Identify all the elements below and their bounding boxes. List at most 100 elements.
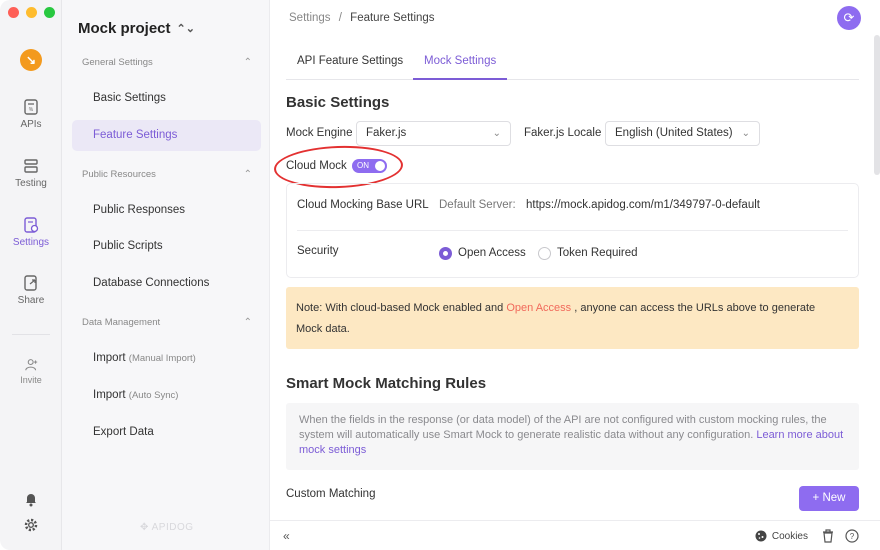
sidebar-item-label: Import bbox=[93, 389, 126, 401]
main-panel: Settings / Feature Settings ⟳ API Featur… bbox=[270, 0, 880, 550]
sidebar-item-label: Feature Settings bbox=[93, 129, 178, 141]
chevron-up-icon: ⌃ bbox=[243, 169, 252, 180]
faker-locale-select[interactable]: English (United States) ⌄ bbox=[605, 121, 760, 146]
open-access-label[interactable]: Open Access bbox=[458, 247, 526, 259]
rail-item-invite[interactable]: Invite bbox=[0, 358, 62, 386]
breadcrumb-separator: / bbox=[338, 12, 342, 24]
mock-base-url[interactable]: https://mock.apidog.com/m1/349797-0-defa… bbox=[526, 199, 760, 211]
sidebar-item-import-manual[interactable]: Import (Manual Import) bbox=[72, 343, 261, 374]
project-switcher[interactable]: Mock project ⌃⌄ bbox=[78, 20, 195, 37]
rail-item-label: Share bbox=[17, 295, 45, 306]
sidebar-item-export-data[interactable]: Export Data bbox=[72, 417, 261, 448]
note-highlight: Open Access bbox=[506, 302, 572, 314]
chevron-up-down-icon: ⌃⌄ bbox=[176, 23, 195, 35]
breadcrumb-root[interactable]: Settings bbox=[289, 12, 331, 24]
group-general-settings[interactable]: General Settings ⌃ bbox=[82, 57, 252, 68]
tab-label: Mock Settings bbox=[424, 55, 497, 67]
collapse-sidebar-icon[interactable]: « bbox=[283, 529, 290, 543]
custom-matching-label: Custom Matching bbox=[286, 488, 376, 500]
sidebar-item-sublabel: (Manual Import) bbox=[128, 353, 196, 364]
group-label: Data Management bbox=[82, 317, 161, 328]
breadcrumb: Settings / Feature Settings bbox=[289, 12, 435, 24]
rail-item-share[interactable]: Share bbox=[0, 275, 62, 306]
sidebar-item-import-auto-sync[interactable]: Import (Auto Sync) bbox=[72, 380, 261, 411]
sidebar-item-public-responses[interactable]: Public Responses bbox=[72, 195, 261, 226]
tab-mock-settings[interactable]: Mock Settings bbox=[413, 44, 508, 80]
invite-user-icon bbox=[24, 359, 37, 371]
settings-icon bbox=[24, 217, 39, 233]
mock-engine-value: Faker.js bbox=[366, 127, 407, 139]
smart-mock-title: Smart Mock Matching Rules bbox=[286, 375, 487, 392]
smart-mock-description: When the fields in the response (or data… bbox=[286, 403, 859, 470]
api-doc-icon: % bbox=[24, 99, 38, 115]
tab-api-feature-settings[interactable]: API Feature Settings bbox=[286, 44, 414, 80]
tab-label: API Feature Settings bbox=[297, 55, 404, 67]
mock-engine-select[interactable]: Faker.js ⌄ bbox=[356, 121, 511, 146]
rail-item-label: Testing bbox=[15, 178, 47, 189]
sidebar-item-basic-settings[interactable]: Basic Settings bbox=[72, 83, 261, 114]
faker-locale-value: English (United States) bbox=[615, 127, 733, 139]
trash-icon[interactable] bbox=[821, 529, 835, 543]
rail-item-testing[interactable]: Testing bbox=[0, 158, 62, 189]
window-controls bbox=[8, 7, 55, 18]
sidebar-item-label: Import bbox=[93, 352, 126, 364]
cookies-label: Cookies bbox=[771, 530, 808, 542]
sidebar-item-public-scripts[interactable]: Public Scripts bbox=[72, 231, 261, 262]
notification-bell-icon[interactable] bbox=[23, 491, 39, 507]
breadcrumb-current: Feature Settings bbox=[350, 12, 435, 24]
faker-locale-label: Faker.js Locale bbox=[524, 127, 602, 139]
rail-item-label: Settings bbox=[12, 237, 50, 248]
group-data-management[interactable]: Data Management ⌃ bbox=[82, 317, 252, 328]
chevron-up-icon: ⌃ bbox=[243, 317, 252, 328]
cloud-mock-warning-note: Note: With cloud-based Mock enabled and … bbox=[286, 287, 859, 349]
token-required-label[interactable]: Token Required bbox=[557, 247, 638, 259]
cookie-icon bbox=[755, 530, 767, 542]
share-icon bbox=[24, 275, 37, 291]
settings-sidebar: Mock project ⌃⌄ General Settings ⌃ Basic… bbox=[62, 0, 270, 550]
group-public-resources[interactable]: Public Resources ⌃ bbox=[82, 169, 252, 180]
default-server-label: Default Server: bbox=[439, 199, 516, 211]
sidebar-item-label: Public Responses bbox=[93, 204, 186, 216]
basic-settings-title: Basic Settings bbox=[286, 94, 390, 111]
security-label: Security bbox=[297, 245, 339, 257]
base-url-label: Cloud Mocking Base URL bbox=[297, 199, 429, 211]
note-line2: Mock data. bbox=[296, 323, 350, 335]
testing-icon bbox=[24, 159, 38, 173]
svg-text:%: % bbox=[29, 107, 34, 113]
help-icon[interactable]: ? bbox=[845, 529, 859, 543]
left-rail: ↘ % APIs Testing Settings Share Invite bbox=[0, 0, 62, 550]
new-rule-button[interactable]: + New bbox=[799, 486, 859, 511]
rail-item-apis[interactable]: % APIs bbox=[0, 99, 62, 130]
scrollbar[interactable] bbox=[874, 35, 880, 175]
rail-item-settings[interactable]: Settings bbox=[0, 217, 62, 248]
sidebar-item-label: Database Connections bbox=[93, 277, 210, 289]
group-label: Public Resources bbox=[82, 169, 156, 180]
project-name: Mock project bbox=[78, 20, 171, 37]
radio-open-access[interactable] bbox=[439, 247, 452, 260]
app-logo-icon[interactable]: ↘ bbox=[20, 49, 42, 71]
smart-mock-desc-text: When the fields in the response (or data… bbox=[299, 414, 827, 441]
divider bbox=[297, 230, 848, 231]
svg-text:?: ? bbox=[850, 532, 855, 541]
sidebar-item-label: Basic Settings bbox=[93, 92, 166, 104]
note-prefix: Note: With cloud-based Mock enabled and bbox=[296, 302, 507, 314]
refresh-sync-button[interactable]: ⟳ bbox=[837, 6, 861, 30]
sidebar-item-sublabel: (Auto Sync) bbox=[128, 390, 179, 401]
rail-divider bbox=[12, 334, 50, 335]
group-label: General Settings bbox=[82, 57, 153, 68]
watermark-text: APIDOG bbox=[151, 522, 194, 533]
chevron-down-icon: ⌄ bbox=[741, 128, 750, 139]
maximize-window-button[interactable] bbox=[44, 7, 55, 18]
gear-icon[interactable] bbox=[23, 517, 39, 533]
sidebar-item-database-connections[interactable]: Database Connections bbox=[72, 268, 261, 299]
refresh-icon: ⟳ bbox=[843, 10, 855, 25]
sidebar-item-feature-settings[interactable]: Feature Settings bbox=[72, 120, 261, 151]
app-window: ↘ % APIs Testing Settings Share Invite M… bbox=[0, 0, 880, 550]
mock-engine-label: Mock Engine bbox=[286, 127, 353, 139]
minimize-window-button[interactable] bbox=[26, 7, 37, 18]
footer-bar: « Cookies ? bbox=[270, 520, 880, 550]
cookies-button[interactable]: Cookies bbox=[755, 530, 808, 542]
settings-tabs: API Feature Settings Mock Settings bbox=[286, 44, 859, 80]
radio-token-required[interactable] bbox=[538, 247, 551, 260]
close-window-button[interactable] bbox=[8, 7, 19, 18]
